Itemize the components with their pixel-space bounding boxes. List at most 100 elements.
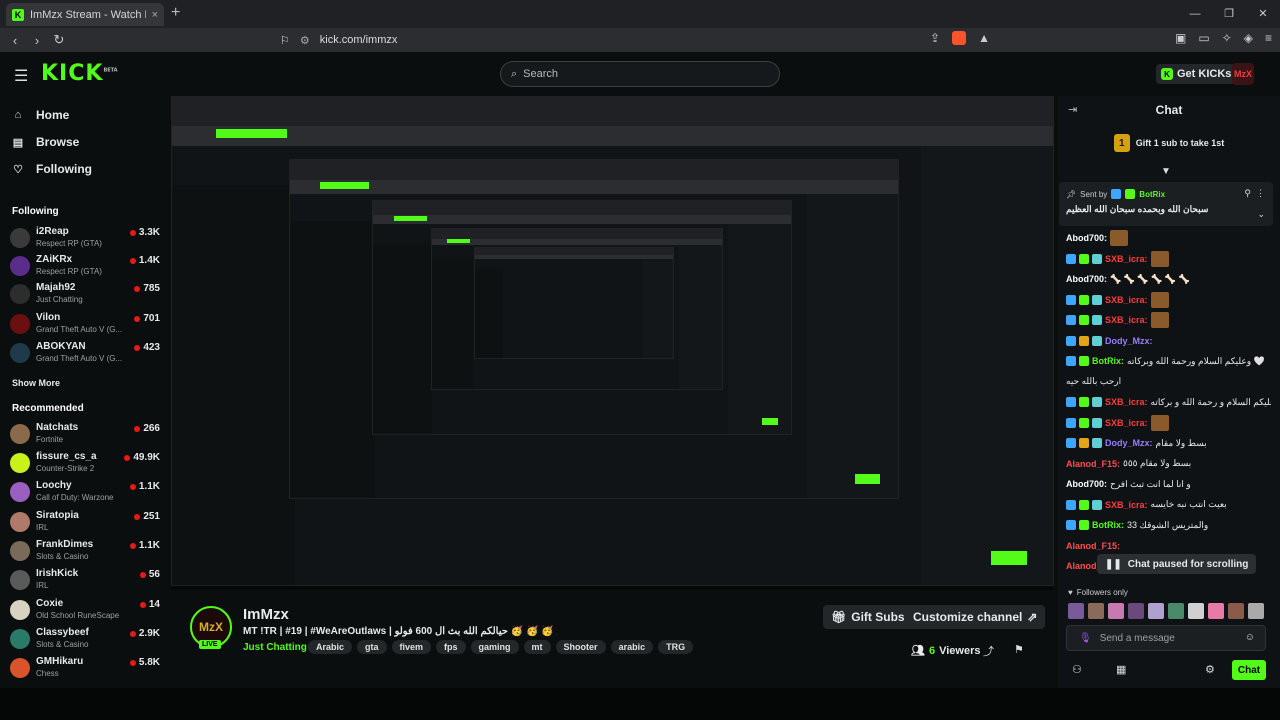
- chat-message[interactable]: Alanod_F15:: [1066, 536, 1271, 557]
- chat-message[interactable]: SXB_icra:: [1066, 249, 1271, 270]
- chat-message[interactable]: BotRix: والمتريس الشوقك 33: [1066, 515, 1271, 536]
- tag[interactable]: arabic: [610, 640, 654, 654]
- chat-username[interactable]: Abod700:: [1066, 479, 1107, 489]
- brave-rewards-icon[interactable]: ▲: [978, 31, 990, 45]
- chat-message[interactable]: Abod700: 🦴 🦴 🦴 🦴 🦴 🦴: [1066, 269, 1271, 290]
- search-input[interactable]: ⌕ Search: [500, 61, 780, 87]
- chat-username[interactable]: SXB_icra:: [1105, 315, 1148, 325]
- emote[interactable]: [1168, 603, 1184, 619]
- forward-icon[interactable]: ›: [26, 33, 48, 48]
- customize-channel-button[interactable]: Customize channel ⇗: [905, 605, 1046, 629]
- chat-username[interactable]: Alanod_F15:: [1066, 459, 1120, 469]
- minimize-button[interactable]: —: [1178, 0, 1212, 28]
- following-channel[interactable]: ABOKYAN Grand Theft Auto V (G... 423: [10, 341, 160, 371]
- chat-message[interactable]: SXB_icra:: [1066, 310, 1271, 331]
- following-channel[interactable]: i2Reap Respect RP (GTA) 3.3K: [10, 226, 160, 256]
- chat-username[interactable]: Abod700:: [1066, 274, 1107, 284]
- following-channel[interactable]: Majah92 Just Chatting 785: [10, 282, 160, 312]
- chat-message[interactable]: Dody_Mzx:: [1066, 331, 1271, 352]
- brave-shields-icon[interactable]: [952, 31, 967, 45]
- recommended-channel[interactable]: Classybeef Slots & Casino 2.9K: [10, 627, 160, 657]
- kick-logo[interactable]: KICKBETA: [41, 61, 118, 86]
- pinned-message[interactable]: 📌︎ Sent by BotRix سبحان الله وبحمده سبحا…: [1059, 182, 1273, 226]
- tab-close-icon[interactable]: ×: [152, 9, 158, 21]
- chat-username[interactable]: BotRix:: [1092, 356, 1124, 366]
- chat-username[interactable]: SXB_icra:: [1105, 295, 1148, 305]
- user-add-icon[interactable]: ⚑: [1014, 643, 1024, 659]
- tag[interactable]: TRG: [658, 640, 694, 654]
- chat-message[interactable]: Abod700:: [1066, 228, 1271, 249]
- chat-message[interactable]: BotRix: وعليكم السلام ورحمة الله وبركاته …: [1066, 351, 1271, 372]
- recommended-channel[interactable]: Coxie Old School RuneScape 14: [10, 598, 160, 628]
- reload-icon[interactable]: ↻: [48, 32, 70, 48]
- emote[interactable]: [1228, 603, 1244, 619]
- chat-username[interactable]: SXB_icra:: [1105, 500, 1148, 510]
- chat-username[interactable]: Abod700:: [1066, 233, 1107, 243]
- chat-username[interactable]: BotRix:: [1092, 520, 1124, 530]
- new-tab-button[interactable]: +: [171, 4, 180, 22]
- collapse-chat-icon[interactable]: ⇥: [1068, 103, 1077, 116]
- tag[interactable]: fivem: [391, 640, 432, 654]
- chat-username[interactable]: Alanod_F15:: [1066, 541, 1120, 551]
- chat-message[interactable]: SXB_icra:: [1066, 413, 1271, 434]
- sidebar-item-following[interactable]: ♡ Following: [12, 162, 92, 176]
- following-channel[interactable]: ZAiKRx Respect RP (GTA) 1.4K: [10, 254, 160, 284]
- emote[interactable]: [1088, 603, 1104, 619]
- chat-username[interactable]: Dody_Mzx:: [1105, 438, 1153, 448]
- expand-pinned-icon[interactable]: ▼: [1161, 166, 1171, 177]
- hamburger-menu-icon[interactable]: ☰: [14, 66, 28, 86]
- chat-users-icon[interactable]: ⚇: [1072, 663, 1082, 676]
- chat-message[interactable]: SXB_icra: بعيت انتب نبه خايسه: [1066, 495, 1271, 516]
- browser-tab[interactable]: K ImMzx Stream - Watch Live o ×: [6, 3, 164, 26]
- gift-subs-button[interactable]: 🎁︎ Gift Subs: [823, 605, 913, 629]
- chat-message[interactable]: SXB_icra:: [1066, 290, 1271, 311]
- send-chat-button[interactable]: Chat: [1232, 660, 1266, 680]
- gear-icon[interactable]: ⚙: [1205, 663, 1215, 676]
- recommended-channel[interactable]: fissure_cs_a Counter-Strike 2 49.9K: [10, 451, 160, 481]
- maximize-button[interactable]: ❐: [1212, 0, 1246, 28]
- sidebar-item-home[interactable]: ⌂ Home: [12, 108, 70, 122]
- chat-username[interactable]: SXB_icra:: [1105, 418, 1148, 428]
- site-info-icon[interactable]: ⚙: [300, 34, 310, 47]
- stream-category[interactable]: Just Chatting: [243, 642, 307, 653]
- gift-sub-leaderboard[interactable]: 1 Gift 1 sub to take 1st: [1058, 134, 1280, 152]
- sidebar-item-browse[interactable]: ▤ Browse: [12, 135, 80, 149]
- unpin-icon[interactable]: ⚲: [1244, 188, 1251, 199]
- recommended-channel[interactable]: Loochy Call of Duty: Warzone 1.1K: [10, 480, 160, 510]
- recommended-channel[interactable]: Natchats Fortnite 266: [10, 422, 160, 452]
- chat-username[interactable]: SXB_icra:: [1105, 254, 1148, 264]
- emote[interactable]: [1208, 603, 1224, 619]
- emote[interactable]: [1248, 603, 1264, 619]
- chat-message[interactable]: SXB_icra: و عليكم السلام و رحمة الله و بر…: [1066, 392, 1271, 413]
- leo-icon[interactable]: ✧: [1222, 31, 1232, 45]
- video-player[interactable]: [171, 96, 1054, 590]
- user-avatar[interactable]: MzX: [1232, 63, 1254, 85]
- share-icon[interactable]: ⇪: [930, 31, 940, 45]
- chat-username[interactable]: SXB_icra:: [1105, 397, 1148, 407]
- emoji-icon[interactable]: ☺: [1245, 632, 1255, 643]
- vpn-icon[interactable]: ◈: [1244, 31, 1253, 45]
- get-kicks-button[interactable]: K Get KICKs: [1156, 64, 1237, 84]
- recommended-channel[interactable]: GMHikaru Chess 5.8K: [10, 656, 160, 686]
- recommended-channel[interactable]: Siratopia IRL 251: [10, 510, 160, 540]
- close-window-button[interactable]: ✕: [1246, 0, 1280, 28]
- tag[interactable]: mt: [523, 640, 551, 654]
- emote[interactable]: [1108, 603, 1124, 619]
- back-icon[interactable]: ‹: [4, 33, 26, 48]
- tag[interactable]: gta: [357, 640, 387, 654]
- tag[interactable]: fps: [436, 640, 466, 654]
- gift-box-icon[interactable]: ▦: [1116, 663, 1126, 676]
- recommended-channel[interactable]: IrishKick IRL 56: [10, 568, 160, 598]
- chevron-down-icon[interactable]: ⌄: [1257, 209, 1265, 220]
- more-options-icon[interactable]: ⋮: [1256, 188, 1265, 199]
- emote[interactable]: [1068, 603, 1084, 619]
- recommended-channel[interactable]: FrankDimes Slots & Casino 1.1K: [10, 539, 160, 569]
- chat-message[interactable]: Abod700: و انا لما انت تبث افرح: [1066, 474, 1271, 495]
- emote[interactable]: [1188, 603, 1204, 619]
- tag[interactable]: Arabic: [308, 640, 353, 654]
- emote[interactable]: [1148, 603, 1164, 619]
- send-message-input[interactable]: 🎙︎ Send a message ☺: [1066, 625, 1266, 651]
- wallet-icon[interactable]: ▭: [1198, 31, 1209, 45]
- show-more-button[interactable]: Show More: [12, 378, 60, 388]
- chat-message[interactable]: Dody_Mzx: بسط ولا مقام: [1066, 433, 1271, 454]
